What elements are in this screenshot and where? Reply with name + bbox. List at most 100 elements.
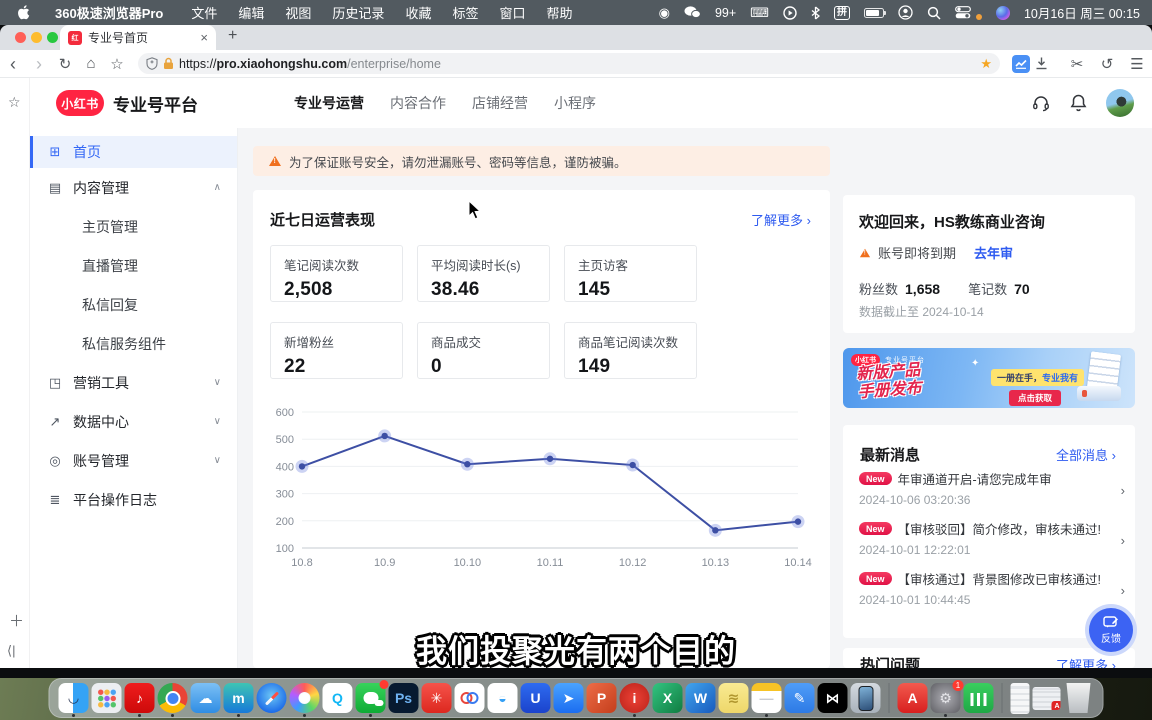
dock-item-stocks-app[interactable] <box>964 683 994 713</box>
apple-menu-icon[interactable] <box>10 5 31 20</box>
home-button[interactable]: ⌂ <box>78 55 104 72</box>
sidebar-subitem-私信回复[interactable]: 私信回复 <box>30 285 237 324</box>
dock-item-uc-browser[interactable]: U <box>521 683 551 713</box>
sidebar-item-首页[interactable]: ⊞首页 <box>30 136 237 168</box>
promo-banner[interactable]: 小红书 专业号平台 新版产品手册发布 ✦ 一册在手，专业我有 点击获取 <box>843 348 1135 408</box>
address-bar[interactable]: https://pro.xiaohongshu.com/enterprise/h… <box>138 53 1000 74</box>
menubar-menu-2[interactable]: 视图 <box>285 3 311 22</box>
window-close-button[interactable] <box>15 32 26 43</box>
refresh-button[interactable]: ↻ <box>52 55 78 73</box>
dock-item-launchpad[interactable] <box>92 683 122 713</box>
nav-内容合作[interactable]: 内容合作 <box>390 93 446 113</box>
input-method-icon[interactable]: 拼 <box>834 6 850 20</box>
dock-item-excel[interactable]: X <box>653 683 683 713</box>
new-tab-button[interactable]: + <box>228 27 237 45</box>
chevron-right-icon[interactable]: › <box>1121 483 1125 498</box>
menubar-menu-3[interactable]: 历史记录 <box>332 3 384 22</box>
message-item[interactable]: New年审通道开启-请您完成年审2024-10-06 03:20:36› <box>859 469 1127 519</box>
dock-item-three-rings-app[interactable] <box>455 683 485 713</box>
nav-专业号运营[interactable]: 专业号运营 <box>294 93 364 113</box>
dock-item-minimized-window-2[interactable] <box>1033 687 1061 710</box>
stat-card-商品成交[interactable]: 商品成交0 <box>417 322 550 379</box>
dock-item-finder[interactable]: ◡ <box>59 683 89 713</box>
chevron-right-icon[interactable]: › <box>1121 583 1125 598</box>
stat-card-平均阅读时长(s)[interactable]: 平均阅读时长(s)38.46 <box>417 245 550 302</box>
xiaohongshu-logo[interactable]: 小红书 <box>56 90 104 116</box>
bookmark-star-icon[interactable]: ★ <box>980 56 992 72</box>
nav-小程序[interactable]: 小程序 <box>554 93 596 113</box>
dock-item-chat-app[interactable]: ◒ <box>488 683 518 713</box>
dock-item-wechat[interactable] <box>356 683 386 713</box>
dock-item-qq[interactable]: Q <box>323 683 353 713</box>
dock-item-word[interactable]: W <box>686 683 716 713</box>
chevron-down-icon[interactable]: ∨ <box>214 416 221 427</box>
sidebar-item-平台操作日志[interactable]: ≣平台操作日志 <box>30 480 237 519</box>
dock-item-aisi-helper[interactable]: i <box>620 683 650 713</box>
forward-button[interactable]: › <box>26 55 52 73</box>
dock-item-netease-music[interactable]: ♪ <box>125 683 155 713</box>
promo-cta-button[interactable]: 点击获取 <box>1009 390 1061 406</box>
sidebar-item-营销工具[interactable]: ◳营销工具∨ <box>30 363 237 402</box>
renew-link[interactable]: 去年审 <box>974 243 1013 262</box>
dock-item-chrome[interactable] <box>158 683 188 713</box>
sidebar-item-数据中心[interactable]: ↗数据中心∨ <box>30 402 237 441</box>
dock-item-powerpoint[interactable]: P <box>587 683 617 713</box>
play-status-icon[interactable] <box>783 6 797 20</box>
menubar-menu-4[interactable]: 收藏 <box>405 3 431 22</box>
overview-more-link[interactable]: 了解更多 › <box>751 210 811 229</box>
dock-item-note-edit-app[interactable]: ✎ <box>785 683 815 713</box>
menubar-menu-6[interactable]: 窗口 <box>499 3 525 22</box>
dock-item-system-settings[interactable]: ⚙1 <box>931 683 961 713</box>
chevron-down-icon[interactable]: ∨ <box>214 377 221 388</box>
menubar-menu-5[interactable]: 标签 <box>452 3 478 22</box>
dock-item-photoshop[interactable]: Ps <box>389 683 419 713</box>
screen-record-icon[interactable]: ◉ <box>659 5 670 21</box>
download-icon[interactable] <box>1034 56 1060 71</box>
nav-店铺经营[interactable]: 店铺经营 <box>472 93 528 113</box>
window-zoom-button[interactable] <box>47 32 58 43</box>
chevron-down-icon[interactable]: ∨ <box>214 455 221 466</box>
message-item[interactable]: New【审核通过】背景图修改已审核通过!2024-10-01 10:44:45› <box>859 569 1127 619</box>
tab-close-icon[interactable]: × <box>200 31 208 44</box>
spotlight-search-icon[interactable] <box>927 6 941 20</box>
shield-icon[interactable] <box>146 57 158 70</box>
menubar-clock[interactable]: 10月16日 周三 00:15 <box>1024 3 1140 22</box>
back-button[interactable]: ‹ <box>0 55 26 73</box>
browser-menu-icon[interactable]: ☰ <box>1124 55 1150 73</box>
menubar-menu-1[interactable]: 编辑 <box>238 3 264 22</box>
stat-card-主页访客[interactable]: 主页访客145 <box>564 245 697 302</box>
sidebar-subitem-私信服务组件[interactable]: 私信服务组件 <box>30 324 237 363</box>
dock-item-trash[interactable] <box>1064 683 1094 713</box>
stat-card-笔记阅读次数[interactable]: 笔记阅读次数2,508 <box>270 245 403 302</box>
sidebar-subitem-直播管理[interactable]: 直播管理 <box>30 246 237 285</box>
dock-item-red-a-app[interactable]: A <box>898 683 928 713</box>
notification-bell-icon[interactable] <box>1069 93 1088 113</box>
user-avatar[interactable] <box>1106 89 1134 117</box>
control-center-icon[interactable] <box>955 6 971 19</box>
stat-card-新增粉丝[interactable]: 新增粉丝22 <box>270 322 403 379</box>
sidebar-item-内容管理[interactable]: ▤内容管理∧ <box>30 168 237 207</box>
menubar-menu-7[interactable]: 帮助 <box>546 3 572 22</box>
menubar-menu-0[interactable]: 文件 <box>191 3 217 22</box>
dock-item-safari[interactable] <box>257 683 287 713</box>
screenshot-scissors-icon[interactable]: ✂ <box>1064 55 1090 73</box>
favorites-rail-icon[interactable]: ☆ <box>8 94 21 111</box>
stat-card-商品笔记阅读次数[interactable]: 商品笔记阅读次数149 <box>564 322 697 379</box>
menubar-app-name[interactable]: 360极速浏览器Pro <box>55 3 163 22</box>
browser-tab[interactable]: 红 专业号首页 × <box>60 25 216 50</box>
dock-item-notes[interactable]: — <box>752 683 782 713</box>
dock-item-colorful-browser[interactable] <box>290 683 320 713</box>
bluetooth-icon[interactable] <box>811 6 820 20</box>
bookmark-bar-button[interactable]: ☆ <box>104 55 130 73</box>
battery-icon[interactable] <box>864 8 884 18</box>
chevron-right-icon[interactable]: › <box>1121 533 1125 548</box>
sidebar-item-账号管理[interactable]: ◎账号管理∨ <box>30 441 237 480</box>
window-minimize-button[interactable] <box>31 32 42 43</box>
dock-item-red-dial-app[interactable]: ✳ <box>422 683 452 713</box>
sidebar-subitem-主页管理[interactable]: 主页管理 <box>30 207 237 246</box>
extension-icon[interactable] <box>1012 55 1030 73</box>
undo-icon[interactable]: ↺ <box>1094 55 1120 73</box>
keyboard-icon[interactable]: ⌨ <box>750 5 769 21</box>
dock-item-thunder-app[interactable]: ➤ <box>554 683 584 713</box>
dock-item-cloud-drive[interactable]: ☁ <box>191 683 221 713</box>
